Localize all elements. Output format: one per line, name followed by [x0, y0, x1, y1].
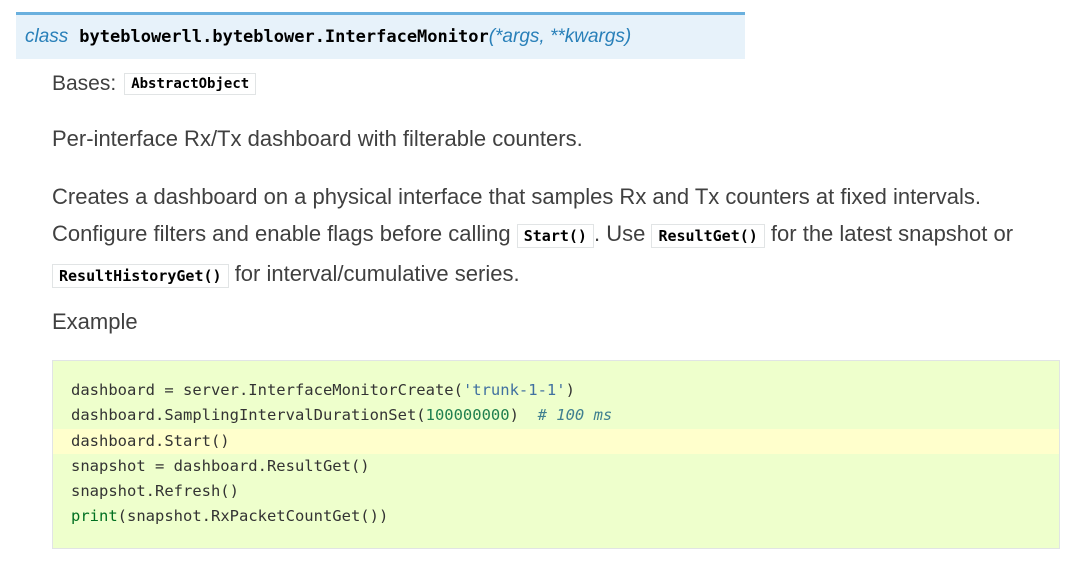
bases-label: Bases:: [52, 72, 117, 95]
class-params: (*args, **kwargs): [488, 26, 632, 47]
code-text: dashboard.Start(): [71, 431, 230, 450]
resultget-method-ref[interactable]: ResultGet(): [651, 224, 765, 248]
code-number: 100000000: [425, 406, 510, 425]
code-text: (snapshot.RxPacketCountGet()): [117, 507, 389, 526]
code-line: dashboard = server.InterfaceMonitorCreat…: [53, 378, 1059, 403]
class-summary: Per-interface Rx/Tx dashboard with filte…: [52, 126, 583, 151]
code-line: snapshot = dashboard.ResultGet(): [53, 454, 1059, 479]
code-text: snapshot.Refresh(): [71, 482, 239, 501]
start-method-ref[interactable]: Start(): [516, 224, 594, 248]
class-description: Creates a dashboard on a physical interf…: [52, 178, 1052, 295]
code-text: ): [565, 381, 575, 399]
bases-line: Bases: AbstractObject: [52, 72, 257, 96]
code-text: dashboard.SamplingIntervalDurationSet(: [71, 406, 426, 425]
code-text: dashboard = server.InterfaceMonitorCreat…: [71, 381, 463, 399]
resulthistoryget-method-ref[interactable]: ResultHistoryGet(): [52, 264, 229, 288]
code-line: dashboard.SamplingIntervalDurationSet(10…: [53, 403, 1059, 428]
code-string: 'trunk-1-1': [462, 381, 566, 399]
class-signature: class byteblowerll.byteblower.InterfaceM…: [16, 12, 745, 59]
desc-text-4: for interval/cumulative series.: [234, 261, 520, 286]
class-keyword: class: [25, 26, 69, 47]
example-heading: Example: [52, 309, 138, 334]
desc-text-2: . Use: [593, 221, 646, 246]
example-code-block[interactable]: dashboard = server.InterfaceMonitorCreat…: [52, 360, 1060, 549]
code-line: snapshot.Refresh(): [53, 479, 1059, 504]
code-line-highlighted: dashboard.Start(): [53, 428, 1059, 454]
code-line: print(snapshot.RxPacketCountGet()): [53, 504, 1059, 529]
code-builtin: print: [71, 507, 118, 526]
class-name: byteblowerll.byteblower.InterfaceMonitor: [79, 27, 489, 47]
code-text: snapshot = dashboard.ResultGet(): [71, 456, 370, 475]
desc-text-3: for the latest snapshot or: [770, 221, 1014, 246]
code-text: ): [509, 406, 538, 425]
code-comment: # 100 ms: [537, 406, 613, 425]
base-class-link[interactable]: AbstractObject: [124, 73, 257, 95]
